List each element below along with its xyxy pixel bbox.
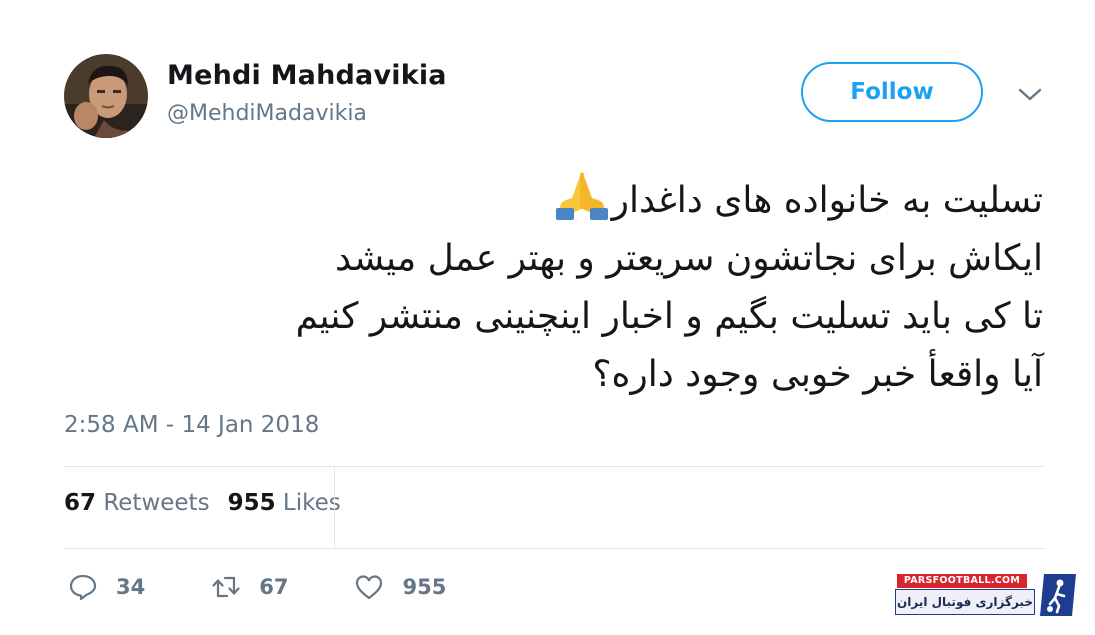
divider (64, 548, 1044, 549)
like-count: 955 (402, 575, 447, 599)
tweet-line: آیا واقعأ خبر خوبی وجود داره؟ (592, 354, 1043, 395)
tweet-line: ایکاش برای نجاتشون سریعتر و بهتر عمل میش… (335, 238, 1043, 279)
watermark-brand: PARSFOOTBALL.COM (897, 574, 1027, 588)
likes-stat[interactable]: 955 Likes (228, 490, 341, 516)
likes-label: Likes (282, 490, 341, 516)
user-handle[interactable]: @MehdiMadavikia (167, 101, 367, 126)
retweets-count: 67 (64, 490, 97, 516)
retweet-icon (212, 576, 240, 598)
retweet-count: 67 (259, 575, 289, 599)
avatar[interactable] (64, 54, 148, 138)
display-name[interactable]: Mehdi Mahdavikia (167, 60, 447, 91)
likes-count: 955 (227, 490, 276, 516)
follow-button[interactable]: Follow (801, 62, 983, 122)
chevron-down-icon[interactable] (1016, 84, 1044, 104)
reply-icon (69, 574, 97, 601)
stats-separator (334, 467, 335, 548)
watermark-tagline: خبرگزاری فوتبال ایران (895, 589, 1035, 615)
parsfootball-watermark: PARSFOOTBALL.COM خبرگزاری فوتبال ایران (892, 572, 1080, 620)
heart-icon (356, 575, 383, 600)
tweet-line: تا کی باید تسلیت بگیم و اخبار اینچنینی م… (295, 296, 1043, 337)
folded-hands-icon (555, 172, 608, 220)
like-button[interactable]: 955 (354, 572, 446, 602)
retweets-stat[interactable]: 67 Retweets (64, 490, 210, 516)
engagement-stats: 67 Retweets 955 Likes (64, 490, 341, 516)
soccer-player-icon (1040, 574, 1076, 616)
retweet-button[interactable]: 67 (211, 572, 288, 602)
reply-button[interactable]: 34 (68, 572, 145, 602)
tweet-actions: 34 67 955 (68, 572, 512, 602)
retweets-label: Retweets (103, 490, 210, 516)
tweet-text: تسلیت به خانواده های داغدار ایکاش برای ن… (223, 168, 1043, 404)
tweet-line: تسلیت به خانواده های داغدار (223, 168, 1043, 230)
tweet-timestamp[interactable]: 2:58 AM - 14 Jan 2018 (64, 412, 319, 438)
avatar-photo (64, 54, 148, 138)
reply-count: 34 (116, 575, 146, 599)
divider (64, 466, 1044, 467)
